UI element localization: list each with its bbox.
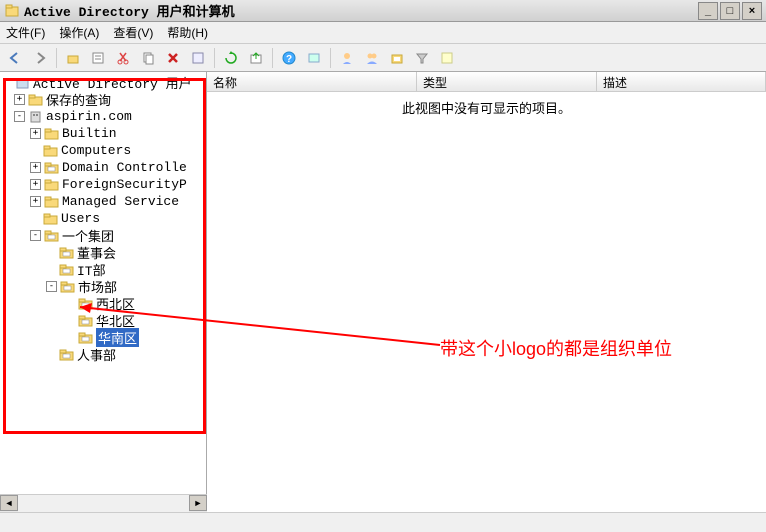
tree-root[interactable]: Active Directory 用户 (2, 74, 204, 91)
tree-saved-queries[interactable]: + 保存的查询 (2, 91, 204, 108)
titlebar: Active Directory 用户和计算机 _ □ × (0, 0, 766, 22)
folder-icon (44, 195, 60, 209)
separator (214, 48, 215, 68)
tree-pane: Active Directory 用户 + 保存的查询 - aspirin.co… (0, 72, 207, 512)
statusbar (0, 512, 766, 532)
menu-file[interactable]: 文件(F) (6, 24, 45, 41)
column-headers: 名称 类型 描述 (207, 72, 766, 92)
scroll-left-button[interactable]: ◄ (0, 495, 18, 511)
tree-south[interactable]: 华南区 (2, 329, 204, 346)
ou-icon (59, 263, 75, 277)
column-type[interactable]: 类型 (417, 72, 597, 91)
refresh-button[interactable] (220, 47, 242, 69)
ou-icon (44, 161, 60, 175)
tree-msa[interactable]: + Managed Service (2, 193, 204, 210)
tree-builtin[interactable]: + Builtin (2, 125, 204, 142)
tree-hr[interactable]: 人事部 (2, 346, 204, 363)
content-pane: 名称 类型 描述 此视图中没有可显示的项目。 (207, 72, 766, 512)
menubar: 文件(F) 操作(A) 查看(V) 帮助(H) (0, 22, 766, 44)
ou-icon (59, 348, 75, 362)
find-button[interactable] (303, 47, 325, 69)
tree-northwest[interactable]: 西北区 (2, 295, 204, 312)
separator (272, 48, 273, 68)
props2-button[interactable] (187, 47, 209, 69)
ou-icon (44, 229, 60, 243)
ou-icon (78, 331, 94, 345)
ou-icon (60, 280, 76, 294)
back-button[interactable] (4, 47, 26, 69)
folder-icon (44, 127, 60, 141)
folder-icon (43, 212, 59, 226)
tree-group[interactable]: - 一个集团 (2, 227, 204, 244)
ou-icon (59, 246, 75, 260)
empty-message: 此视图中没有可显示的项目。 (402, 101, 571, 116)
tree-board[interactable]: 董事会 (2, 244, 204, 261)
app-icon (4, 3, 20, 19)
column-name[interactable]: 名称 (207, 72, 417, 91)
export-button[interactable] (245, 47, 267, 69)
column-desc[interactable]: 描述 (597, 72, 766, 91)
expand-icon[interactable]: + (30, 196, 41, 207)
tree-domain-controllers[interactable]: + Domain Controlle (2, 159, 204, 176)
expand-icon[interactable]: + (30, 162, 41, 173)
window-title: Active Directory 用户和计算机 (24, 1, 698, 20)
tree-scrollbar[interactable]: ◄ ► (0, 494, 207, 512)
ou-icon (78, 314, 94, 328)
tree-domain[interactable]: - aspirin.com (2, 108, 204, 125)
domain-icon (28, 110, 44, 124)
cut-button[interactable] (112, 47, 134, 69)
ad-icon (15, 76, 31, 90)
filter-button[interactable] (411, 47, 433, 69)
newuser-button[interactable] (336, 47, 358, 69)
minimize-button[interactable]: _ (698, 2, 718, 20)
forward-button[interactable] (29, 47, 51, 69)
main-body: Active Directory 用户 + 保存的查询 - aspirin.co… (0, 72, 766, 512)
expand-icon[interactable]: + (30, 128, 41, 139)
separator (330, 48, 331, 68)
collapse-icon[interactable]: - (14, 111, 25, 122)
collapse-icon[interactable]: - (30, 230, 41, 241)
close-button[interactable]: × (742, 2, 762, 20)
toolbar: ? (0, 44, 766, 72)
delete-button[interactable] (162, 47, 184, 69)
menu-view[interactable]: 查看(V) (113, 24, 153, 41)
tree-users[interactable]: Users (2, 210, 204, 227)
tree-north[interactable]: 华北区 (2, 312, 204, 329)
tree-fsp[interactable]: + ForeignSecurityP (2, 176, 204, 193)
newgroup-button[interactable] (361, 47, 383, 69)
help-button[interactable]: ? (278, 47, 300, 69)
expand-icon[interactable]: + (30, 179, 41, 190)
collapse-icon[interactable]: - (46, 281, 57, 292)
expand-icon[interactable]: + (14, 94, 25, 105)
svg-text:?: ? (286, 54, 292, 65)
scroll-right-button[interactable]: ► (189, 495, 207, 511)
content-body: 此视图中没有可显示的项目。 (207, 92, 766, 512)
maximize-button[interactable]: □ (720, 2, 740, 20)
neworg-button[interactable] (386, 47, 408, 69)
scroll-track[interactable] (18, 495, 189, 512)
separator (56, 48, 57, 68)
up-button[interactable] (62, 47, 84, 69)
folder-icon (43, 144, 59, 158)
tree-it[interactable]: IT部 (2, 261, 204, 278)
tree-computers[interactable]: Computers (2, 142, 204, 159)
copy-button[interactable] (137, 47, 159, 69)
folder-icon (28, 93, 44, 107)
properties-button[interactable] (87, 47, 109, 69)
menu-help[interactable]: 帮助(H) (167, 24, 208, 41)
options-button[interactable] (436, 47, 458, 69)
folder-icon (44, 178, 60, 192)
tree-market[interactable]: - 市场部 (2, 278, 204, 295)
ou-icon (78, 297, 94, 311)
menu-action[interactable]: 操作(A) (59, 24, 99, 41)
